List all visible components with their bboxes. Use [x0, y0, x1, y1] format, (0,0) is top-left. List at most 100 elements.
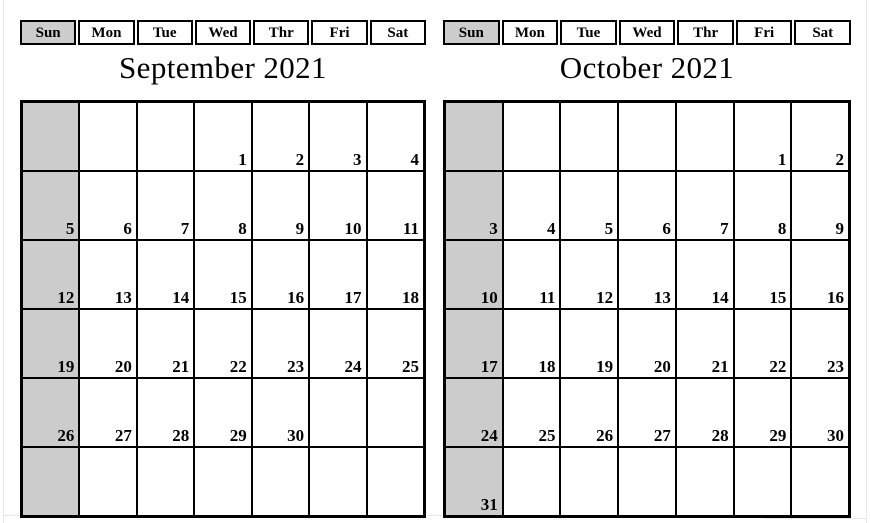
day-cell[interactable]: 14: [137, 241, 196, 308]
day-cell[interactable]: 19: [23, 310, 81, 377]
day-cell[interactable]: 7: [676, 172, 735, 239]
day-cell[interactable]: 29: [195, 379, 253, 446]
day-cell[interactable]: 20: [80, 310, 138, 377]
weekday-header-tue: Tue: [560, 20, 617, 45]
day-cell[interactable]: 3: [446, 172, 504, 239]
day-cell[interactable]: 26: [23, 379, 81, 446]
day-cell[interactable]: 24: [446, 379, 504, 446]
day-cell[interactable]: 6: [80, 172, 138, 239]
day-cell[interactable]: 7: [137, 172, 196, 239]
day-cell[interactable]: 1: [734, 103, 793, 170]
day-cell[interactable]: 2: [792, 103, 849, 170]
day-cell[interactable]: 31: [446, 448, 504, 515]
day-cell[interactable]: [734, 448, 793, 515]
day-cell[interactable]: [310, 448, 368, 515]
day-cell[interactable]: [23, 448, 81, 515]
day-cell[interactable]: 8: [734, 172, 793, 239]
day-cell[interactable]: [446, 103, 504, 170]
day-cell[interactable]: 9: [252, 172, 311, 239]
weekday-header-thr-label: Thr: [693, 25, 719, 41]
day-cell[interactable]: 10: [446, 241, 504, 308]
day-cell[interactable]: 30: [792, 379, 849, 446]
day-cell[interactable]: [252, 448, 311, 515]
day-number: 8: [238, 219, 247, 238]
day-cell[interactable]: 4: [367, 103, 423, 170]
day-cell[interactable]: [195, 448, 253, 515]
day-cell[interactable]: [503, 103, 562, 170]
page-edge-guide-left: [3, 0, 4, 523]
day-cell[interactable]: 14: [676, 241, 735, 308]
day-cell[interactable]: [137, 103, 196, 170]
day-cell[interactable]: 27: [80, 379, 138, 446]
day-cell[interactable]: 16: [792, 241, 849, 308]
day-cell[interactable]: 6: [619, 172, 677, 239]
day-cell[interactable]: 28: [676, 379, 735, 446]
day-cell[interactable]: 2: [252, 103, 311, 170]
day-cell[interactable]: 23: [252, 310, 311, 377]
day-cell[interactable]: 26: [561, 379, 620, 446]
day-cell[interactable]: 22: [734, 310, 793, 377]
day-cell[interactable]: 13: [80, 241, 138, 308]
day-cell[interactable]: 30: [252, 379, 311, 446]
day-cell[interactable]: 12: [23, 241, 81, 308]
day-cell[interactable]: 28: [137, 379, 196, 446]
day-cell[interactable]: [792, 448, 849, 515]
day-cell[interactable]: 22: [195, 310, 253, 377]
day-cell[interactable]: [80, 103, 138, 170]
day-cell[interactable]: 29: [734, 379, 793, 446]
day-cell[interactable]: 4: [503, 172, 562, 239]
day-number: 26: [57, 426, 75, 445]
day-number: 23: [827, 357, 845, 376]
day-cell[interactable]: 13: [619, 241, 677, 308]
weekday-header-sat: Sat: [794, 20, 852, 45]
day-cell[interactable]: [619, 103, 677, 170]
day-cell[interactable]: 3: [310, 103, 368, 170]
day-cell[interactable]: 10: [310, 172, 368, 239]
day-cell[interactable]: 9: [792, 172, 849, 239]
day-cell[interactable]: 17: [446, 310, 504, 377]
day-cell[interactable]: [137, 448, 196, 515]
day-cell[interactable]: [676, 103, 735, 170]
day-number: 17: [480, 357, 498, 376]
day-cell[interactable]: 24: [310, 310, 368, 377]
day-cell[interactable]: 11: [503, 241, 562, 308]
day-number: 8: [777, 219, 787, 238]
day-cell[interactable]: 5: [561, 172, 620, 239]
day-number: 30: [827, 426, 845, 445]
day-cell[interactable]: 11: [367, 172, 423, 239]
day-cell[interactable]: 18: [503, 310, 562, 377]
day-cell[interactable]: 27: [619, 379, 677, 446]
day-number: 29: [769, 426, 787, 445]
day-cell[interactable]: 5: [23, 172, 81, 239]
day-cell[interactable]: 15: [734, 241, 793, 308]
week-row: 26 27 28 29 30: [23, 379, 423, 448]
day-grid-september: 1 2 3 4 5 6 7 8 9 10 11 12 13 14 15 16 1…: [20, 100, 426, 518]
day-cell[interactable]: [80, 448, 138, 515]
day-cell[interactable]: 18: [367, 241, 423, 308]
day-cell[interactable]: 23: [792, 310, 849, 377]
day-cell[interactable]: [561, 103, 620, 170]
day-cell[interactable]: [310, 379, 368, 446]
day-cell[interactable]: [619, 448, 677, 515]
weekday-header-tue-label: Tue: [152, 25, 177, 41]
day-cell[interactable]: 12: [561, 241, 620, 308]
day-number: 23: [287, 357, 305, 376]
day-cell[interactable]: [367, 379, 423, 446]
day-cell[interactable]: 25: [367, 310, 423, 377]
day-cell[interactable]: 1: [195, 103, 253, 170]
day-cell[interactable]: 20: [619, 310, 677, 377]
day-cell[interactable]: 8: [195, 172, 253, 239]
day-cell[interactable]: [561, 448, 620, 515]
day-cell[interactable]: 21: [137, 310, 196, 377]
day-cell[interactable]: 19: [561, 310, 620, 377]
day-cell[interactable]: [367, 448, 423, 515]
day-cell[interactable]: [503, 448, 562, 515]
day-number: 9: [835, 219, 845, 238]
day-cell[interactable]: 25: [503, 379, 562, 446]
day-cell[interactable]: [676, 448, 735, 515]
day-cell[interactable]: 17: [310, 241, 368, 308]
day-cell[interactable]: 21: [676, 310, 735, 377]
day-cell[interactable]: [23, 103, 81, 170]
day-cell[interactable]: 15: [195, 241, 253, 308]
day-cell[interactable]: 16: [252, 241, 311, 308]
